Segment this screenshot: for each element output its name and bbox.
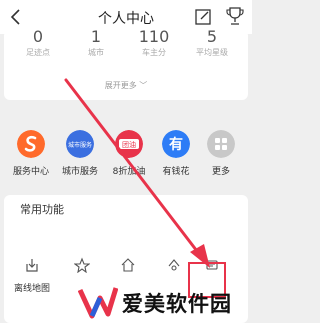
watermark: 爱美软件园 — [78, 282, 248, 322]
stat-label: 平均星级 — [196, 48, 228, 57]
stat-value: 0 — [32, 30, 44, 44]
youqianhua-icon: 有 — [162, 130, 190, 158]
watermark-logo-icon — [78, 287, 118, 319]
stat-cities[interactable]: 1 城市 — [68, 30, 124, 58]
more-services[interactable]: 更多 — [198, 130, 244, 177]
more-grid-icon — [207, 130, 235, 158]
stat-label: 城市 — [88, 48, 104, 57]
stat-driver-score[interactable]: 110 车主分 — [126, 30, 182, 58]
stats-card: 0 足迹点 1 城市 110 车主分 5 平均星级 展开更多 ﹀ — [4, 30, 248, 100]
services-row: 服务中心 城市服务 城市服务 团油 8折加油 有 有钱花 更多 — [0, 130, 252, 190]
stat-label: 车主分 — [142, 48, 166, 57]
home-button[interactable] — [108, 257, 148, 277]
youqianhua[interactable]: 有 有钱花 — [153, 130, 199, 177]
stat-value: 5 — [206, 30, 218, 44]
service-center[interactable]: 服务中心 — [8, 130, 54, 177]
stat-average-rating[interactable]: 5 平均星级 — [184, 30, 240, 58]
home-icon — [121, 258, 135, 272]
stat-label: 足迹点 — [26, 48, 50, 57]
city-service[interactable]: 城市服务 城市服务 — [57, 130, 103, 177]
service-label: 服务中心 — [12, 167, 49, 177]
stat-value: 110 — [138, 30, 170, 44]
stat-footprints[interactable]: 0 足迹点 — [10, 30, 66, 58]
watermark-text: 爱美软件园 — [122, 292, 232, 316]
city-service-icon: 城市服务 — [66, 130, 94, 158]
function-label: 离线地图 — [13, 284, 50, 294]
city-service-badge: 城市服务 — [68, 141, 92, 149]
edit-icon[interactable] — [194, 8, 212, 26]
fuel-discount-icon: 团油 — [115, 130, 143, 158]
offline-map-button[interactable]: 离线地图 — [12, 257, 52, 294]
service-label: 城市服务 — [61, 167, 98, 177]
favorites-button[interactable] — [62, 257, 102, 277]
star-icon — [73, 257, 91, 274]
service-label: 有钱花 — [162, 167, 190, 177]
stat-value: 1 — [90, 30, 102, 44]
common-functions-title: 常用功能 — [20, 203, 64, 216]
header-bar: 个人中心 — [0, 0, 252, 34]
s-logo-icon — [17, 130, 45, 158]
trophy-icon[interactable] — [226, 6, 244, 26]
back-arrow-icon[interactable] — [8, 7, 24, 27]
fuel-badge: 团油 — [122, 140, 136, 149]
youqianhua-badge: 有 — [169, 136, 183, 153]
service-label: 8折加油 — [112, 167, 146, 177]
service-label: 更多 — [211, 167, 230, 177]
page-title: 个人中心 — [98, 11, 154, 27]
fuel-discount[interactable]: 团油 8折加油 — [106, 130, 152, 177]
expand-more-button[interactable]: 展开更多 ﹀ — [4, 80, 248, 91]
offline-map-icon — [26, 259, 38, 272]
location-icon — [168, 259, 180, 271]
